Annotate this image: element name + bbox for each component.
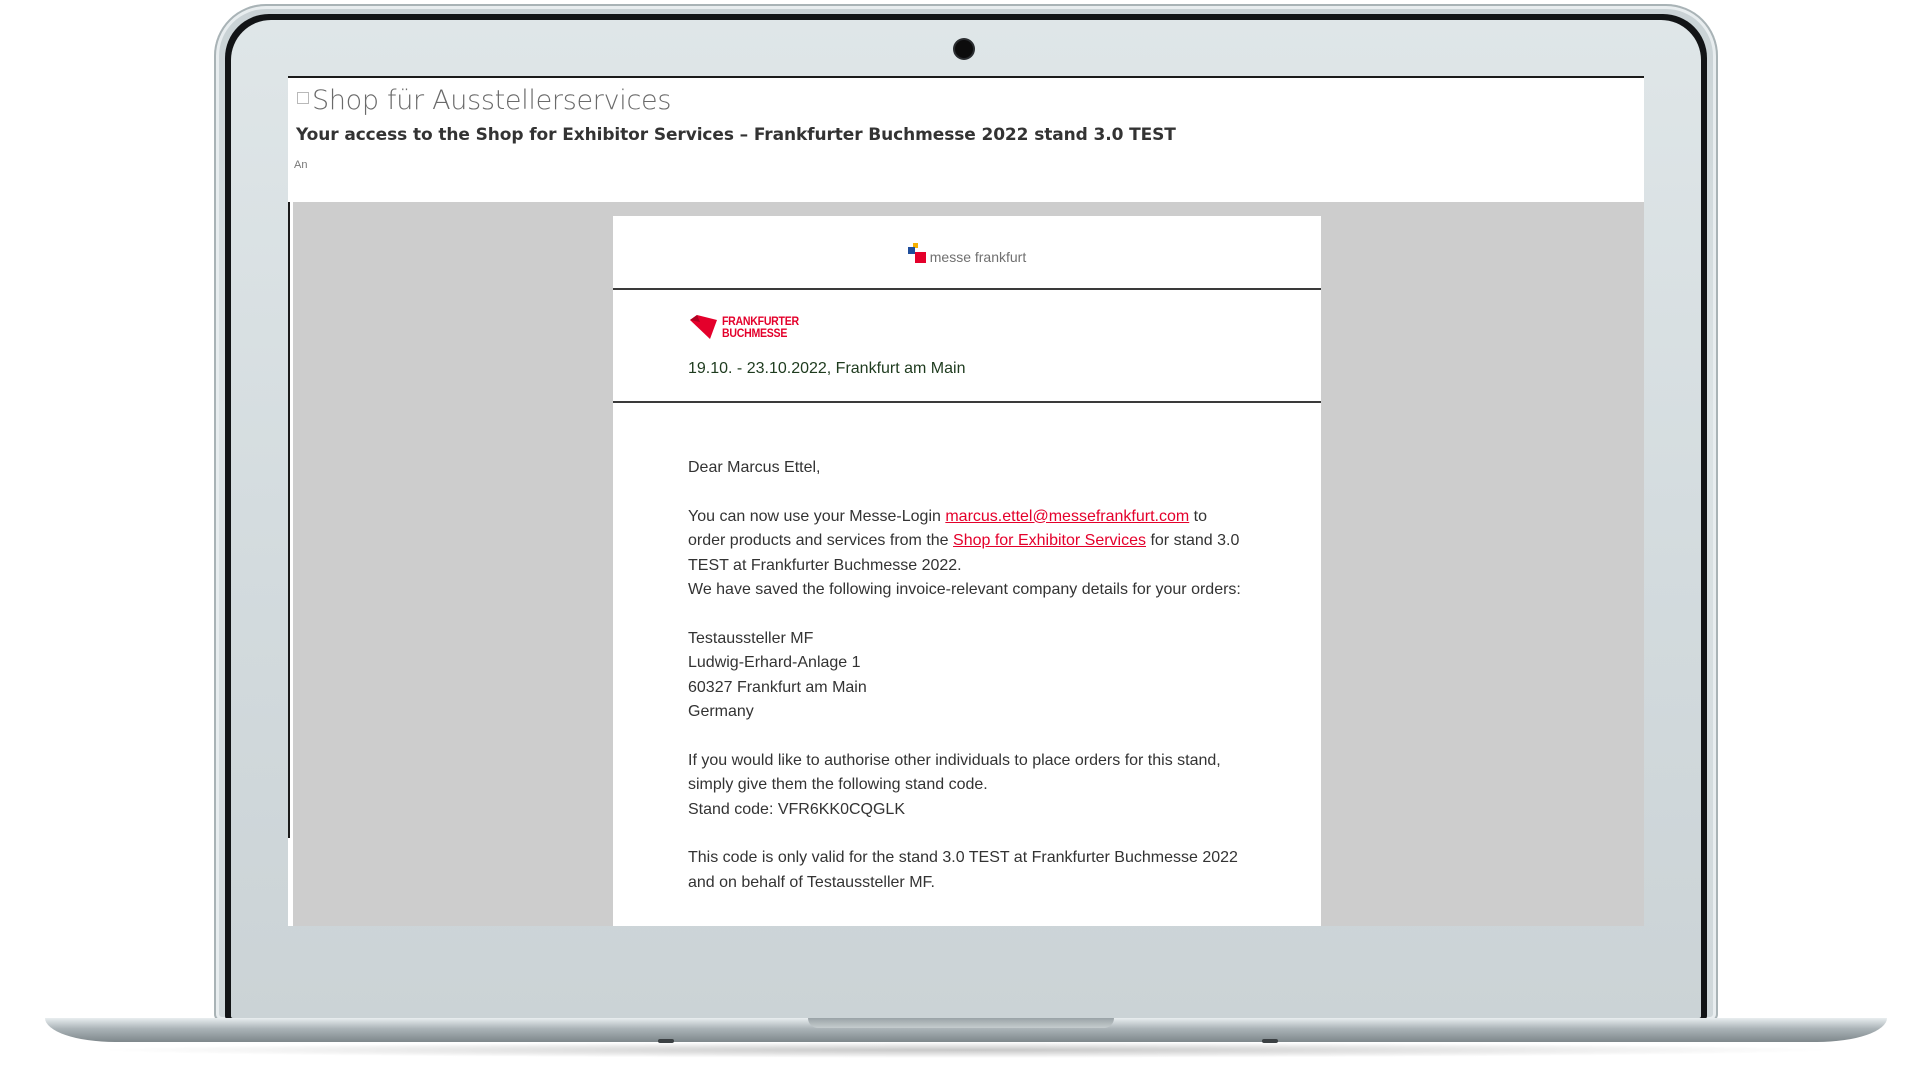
company-city: 60327 Frankfurt am Main (688, 678, 867, 696)
recipient-label: An (294, 159, 308, 171)
laptop-foot-right (1262, 1039, 1278, 1043)
stand-code: Stand code: VFR6KK0CQGLK (688, 800, 905, 818)
paragraph-validity: This code is only valid for the stand 3.… (688, 849, 1238, 891)
divider (613, 401, 1321, 403)
mail-subject-line: Your access to the Shop for Exhibitor Se… (296, 125, 1176, 145)
frankfurter-buchmesse-logo: FRANKFURTER BUCHMESSE (688, 314, 809, 340)
mail-subject-title: Shop für Ausstellerservices (312, 85, 672, 116)
paragraph-authorise: If you would like to authorise other ind… (688, 751, 1221, 794)
buchmesse-wordmark: FRANKFURTER BUCHMESSE (722, 314, 799, 340)
messe-frankfurt-mark-icon (907, 243, 926, 267)
laptop-foot-left (658, 1039, 674, 1043)
messe-frankfurt-wordmark: messe frankfurt (929, 249, 1027, 265)
messe-frankfurt-logo: messe frankfurt (613, 216, 1321, 288)
mail-body-canvas: messe frankfurt FRANKFURTER BUCHMESSE 19… (293, 202, 1644, 926)
event-dates: 19.10. - 23.10.2022, Frankfurt am Main (688, 360, 966, 377)
buchmesse-book-icon (690, 315, 717, 339)
shop-link[interactable]: Shop for Exhibitor Services (953, 532, 1146, 549)
login-email-link[interactable]: marcus.ettel@messefrankfurt.com (945, 508, 1189, 525)
camera-icon (955, 40, 973, 58)
laptop-shadow (90, 1042, 1842, 1058)
laptop-hinge-notch (808, 1018, 1114, 1028)
email-card: messe frankfurt FRANKFURTER BUCHMESSE 19… (613, 216, 1321, 926)
mail-header: Shop für Ausstellerservices Your access … (288, 78, 1644, 202)
paragraph-company-intro: We have saved the following invoice-rele… (688, 581, 1241, 599)
email-body: Dear Marcus Ettel, You can now use your … (688, 456, 1248, 895)
company-name: Testaussteller MF (688, 629, 814, 647)
laptop-screen: Shop für Ausstellerservices Your access … (288, 76, 1644, 926)
paragraph-access: You can now use your Messe-Login marcus.… (688, 507, 1240, 574)
company-street: Ludwig-Erhard-Anlage 1 (688, 654, 861, 672)
divider (613, 288, 1321, 290)
select-checkbox[interactable] (297, 91, 309, 104)
company-country: Germany (688, 703, 754, 721)
greeting: Dear Marcus Ettel, (688, 459, 821, 476)
subject-row: Shop für Ausstellerservices (297, 85, 671, 116)
